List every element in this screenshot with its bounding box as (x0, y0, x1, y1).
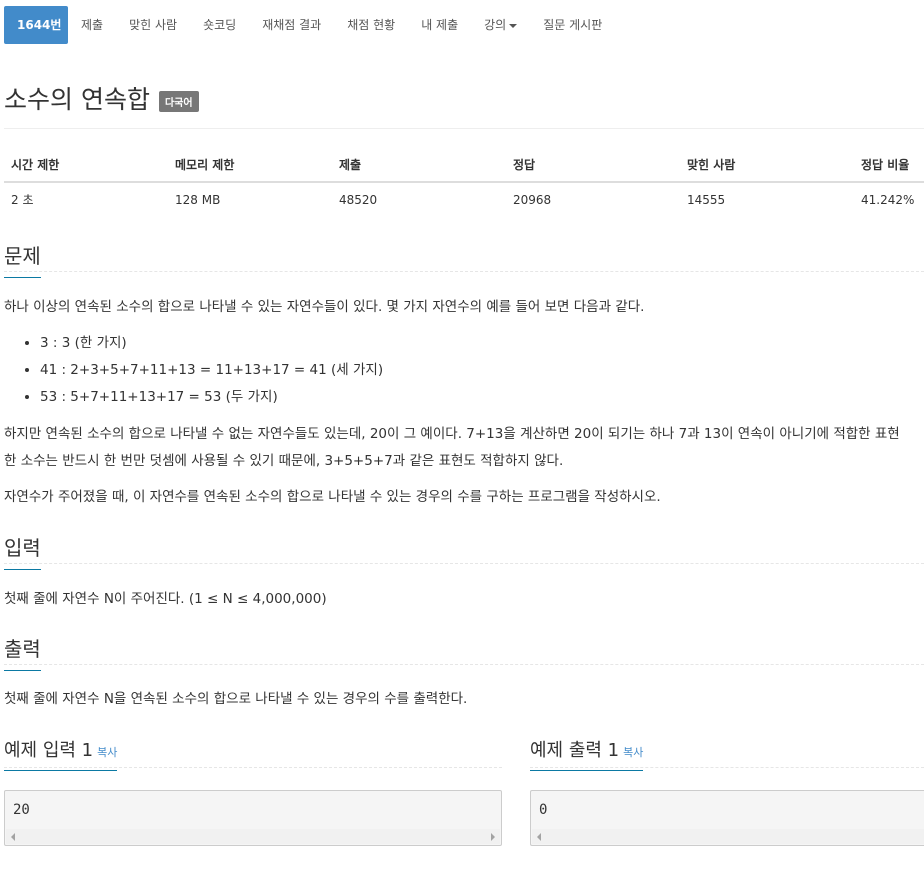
header-correct: 정답 (506, 148, 680, 183)
header-correct-ratio: 정답 비율 (854, 148, 924, 183)
input-description: 첫째 줄에 자연수 N이 주어진다. (1 ≤ N ≤ 4,000,000) (4, 591, 327, 607)
nav-tab-judge-status[interactable]: 채점 현황 (334, 6, 408, 44)
sample-input-value: 20 (13, 802, 30, 818)
value-submissions: 48520 (339, 192, 378, 207)
header-memory-limit: 메모리 제한 (168, 148, 332, 183)
output-description: 첫째 줄에 자연수 N을 연속된 소수의 합으로 나타낼 수 있는 경우의 수를… (4, 691, 468, 707)
sample-input-divider (4, 767, 502, 768)
problem-paragraph-line1: 하지만 연속된 소수의 합으로 나타낼 수 없는 자연수들도 있는데, 20이 … (4, 426, 900, 442)
sample-output-heading: 예제 출력 1 복사 (530, 736, 644, 771)
caret-down-icon (509, 23, 518, 28)
problem-nav: 1644번 제출 맞힌 사람 숏코딩 재채점 결과 채점 현황 내 제출 강의 … (4, 6, 615, 44)
scroll-right-icon[interactable] (491, 833, 495, 841)
page-title: 소수의 연속합 (4, 85, 150, 114)
nav-tab-qna-board[interactable]: 질문 게시판 (530, 6, 615, 44)
examples-list: 3 : 3 (한 가지) 41 : 2+3+5+7+11+13 = 11+13+… (4, 330, 383, 411)
list-item: 41 : 2+3+5+7+11+13 = 11+13+17 = 41 (세 가지… (40, 357, 383, 384)
header-solvers: 맞힌 사람 (680, 148, 854, 183)
value-memory-limit: 128 MB (175, 192, 221, 207)
sample-output-value: 0 (539, 802, 548, 818)
section-heading-output: 출력 (4, 633, 41, 671)
nav-tab-submit[interactable]: 제출 (68, 6, 116, 44)
title-divider (4, 128, 924, 129)
sample-input-heading: 예제 입력 1 복사 (4, 736, 118, 771)
section-divider-problem (4, 271, 924, 272)
list-item: 53 : 5+7+11+13+17 = 53 (두 가지) (40, 384, 383, 411)
list-item: 3 : 3 (한 가지) (40, 330, 383, 357)
info-table-row: 2 초 128 MB 48520 20968 14555 41.242% (4, 182, 924, 216)
copy-input-button[interactable]: 복사 (97, 746, 117, 759)
section-divider-input (4, 563, 924, 564)
nav-tab-my-submissions[interactable]: 내 제출 (408, 6, 471, 44)
nav-tab-rejudge-results[interactable]: 재채점 결과 (249, 6, 334, 44)
nav-tab-lectures-label: 강의 (484, 18, 507, 32)
horizontal-scrollbar[interactable] (6, 829, 500, 844)
scroll-left-icon[interactable] (537, 833, 541, 841)
nav-tab-solvers[interactable]: 맞힌 사람 (116, 6, 190, 44)
nav-tab-lectures[interactable]: 강의 (471, 6, 530, 44)
problem-task-text: 자연수가 주어졌을 때, 이 자연수를 연속된 소수의 합으로 나타낼 수 있는… (4, 489, 661, 505)
language-badge: 다국어 (158, 90, 199, 112)
nav-tab-problem-number[interactable]: 1644번 (4, 6, 68, 44)
header-time-limit: 시간 제한 (4, 148, 168, 183)
sample-output-divider (530, 767, 924, 768)
section-heading-input: 입력 (4, 532, 41, 570)
info-table-header-row: 시간 제한 메모리 제한 제출 정답 맞힌 사람 정답 비율 (4, 148, 924, 183)
sample-input-box[interactable]: 20 (4, 790, 502, 846)
copy-output-button[interactable]: 복사 (623, 746, 643, 759)
section-heading-problem: 문제 (4, 240, 41, 278)
header-submissions: 제출 (332, 148, 506, 183)
nav-tab-short-coding[interactable]: 숏코딩 (190, 6, 249, 44)
sample-output-box[interactable]: 0 (530, 790, 924, 846)
sample-input-title: 예제 입력 1 (4, 740, 94, 761)
value-time-limit: 2 초 (11, 193, 34, 207)
value-correct: 20968 (513, 192, 552, 207)
scroll-left-icon[interactable] (11, 833, 15, 841)
title-row: 소수의 연속합 다국어 (4, 80, 199, 116)
problem-intro-text: 하나 이상의 연속된 소수의 합으로 나타낼 수 있는 자연수들이 있다. 몇 … (4, 299, 645, 315)
problem-info-table: 시간 제한 메모리 제한 제출 정답 맞힌 사람 정답 비율 2 초 128 M… (4, 148, 924, 216)
value-solvers: 14555 (687, 192, 726, 207)
section-divider-output (4, 664, 924, 665)
value-correct-ratio: 41.242% (861, 192, 915, 207)
horizontal-scrollbar[interactable] (532, 829, 924, 844)
problem-paragraph-line2: 한 소수는 반드시 한 번만 덧셈에 사용될 수 있기 때문에, 3+5+5+7… (4, 453, 564, 469)
sample-output-title: 예제 출력 1 (530, 740, 620, 761)
